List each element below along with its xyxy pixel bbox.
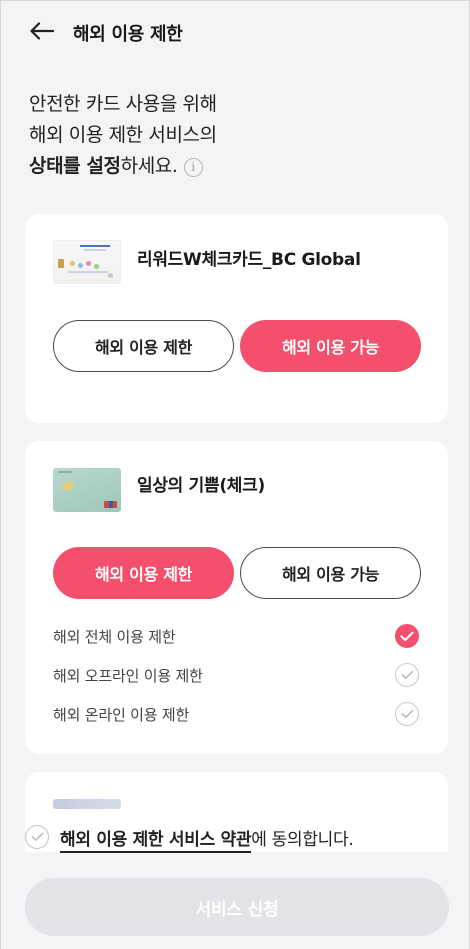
option-label: 해외 오프라인 이용 제한 bbox=[53, 666, 203, 685]
intro-line-1: 안전한 카드 사용을 위해 bbox=[29, 93, 217, 115]
card-panel-1: 리워드W체크카드_BC Global 해외 이용 제한 해외 이용 가능 bbox=[25, 214, 448, 423]
intro-rest-text: 하세요. bbox=[120, 155, 178, 177]
intro-line-3: 상태를 설정하세요. i bbox=[29, 151, 217, 182]
intro-bold-text: 상태를 설정 bbox=[29, 155, 121, 177]
card-name: 일상의 기쁨(체크) bbox=[137, 476, 265, 496]
allow-overseas-button[interactable]: 해외 이용 가능 bbox=[240, 320, 421, 372]
agree-check-icon[interactable] bbox=[25, 825, 49, 849]
card-image bbox=[53, 240, 121, 284]
intro-text: 안전한 카드 사용을 위해 해외 이용 제한 서비스의 상태를 설정하세요. i bbox=[29, 89, 217, 182]
back-button[interactable] bbox=[29, 21, 55, 45]
restrict-overseas-button[interactable]: 해외 이용 제한 bbox=[53, 320, 234, 372]
option-online-restrict[interactable]: 해외 온라인 이용 제한 bbox=[53, 702, 419, 726]
option-label: 해외 온라인 이용 제한 bbox=[53, 705, 190, 724]
terms-link[interactable]: 해외 이용 제한 서비스 약관 bbox=[60, 829, 252, 853]
page-title: 해외 이용 제한 bbox=[73, 24, 183, 45]
card-panel-2: 일상의 기쁨(체크) 해외 이용 제한 해외 이용 가능 해외 전체 이용 제한… bbox=[25, 441, 448, 754]
card-image bbox=[53, 799, 121, 809]
agree-suffix: 에 동의합니다. bbox=[251, 829, 354, 850]
option-offline-restrict[interactable]: 해외 오프라인 이용 제한 bbox=[53, 663, 419, 687]
option-label: 해외 전체 이용 제한 bbox=[53, 627, 176, 646]
restrict-overseas-button[interactable]: 해외 이용 제한 bbox=[53, 547, 234, 599]
allow-overseas-button[interactable]: 해외 이용 가능 bbox=[240, 547, 421, 599]
app-header: 해외 이용 제한 bbox=[1, 1, 469, 65]
check-circle-icon[interactable] bbox=[395, 702, 419, 726]
agree-text: 해외 이용 제한 서비스 약관에 동의합니다. bbox=[60, 825, 354, 853]
card-name: 리워드W체크카드_BC Global bbox=[137, 250, 361, 270]
intro-line-2: 해외 이용 제한 서비스의 bbox=[29, 124, 217, 146]
submit-button[interactable]: 서비스 신청 bbox=[25, 878, 449, 936]
check-circle-icon[interactable] bbox=[395, 624, 419, 648]
card-image bbox=[53, 468, 121, 512]
option-all-restrict[interactable]: 해외 전체 이용 제한 bbox=[53, 624, 419, 648]
info-icon[interactable]: i bbox=[183, 158, 203, 177]
arrow-left-icon bbox=[30, 22, 55, 44]
terms-agreement: 해외 이용 제한 서비스 약관에 동의합니다. bbox=[25, 823, 354, 853]
check-circle-icon[interactable] bbox=[395, 663, 419, 687]
